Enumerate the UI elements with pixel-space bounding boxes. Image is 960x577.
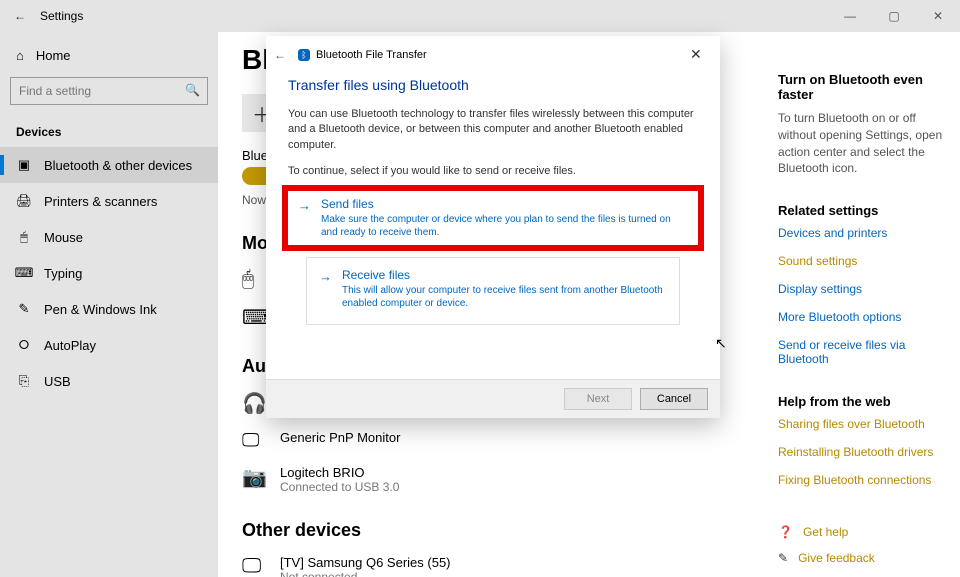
send-files-option[interactable]: → Send files Make sure the computer or d… — [298, 197, 688, 239]
receive-title: Receive files — [342, 268, 667, 282]
device-name: Generic PnP Monitor — [280, 430, 400, 445]
help-link-sharing[interactable]: Sharing files over Bluetooth — [778, 417, 948, 431]
sidebar-item-label: Mouse — [44, 230, 83, 245]
sidebar: ⌂ Home 🔍 Devices ▣ Bluetooth & other dev… — [0, 32, 218, 577]
next-button: Next — [564, 388, 632, 410]
webcam-icon: 📷 — [242, 465, 266, 490]
dialog-instruction: To continue, select if you would like to… — [288, 165, 698, 177]
search-input[interactable] — [10, 77, 208, 105]
sidebar-item-label: USB — [44, 374, 71, 389]
usb-icon: ⎘ — [16, 373, 32, 389]
keyboard-icon: ⌨ — [16, 265, 32, 281]
right-pane: Turn on Bluetooth even faster To turn Bl… — [778, 32, 960, 565]
printer-icon: 🖨 — [16, 193, 32, 209]
bluetooth-transfer-dialog: ← ᛒ Bluetooth File Transfer ✕ Transfer f… — [266, 36, 720, 418]
mouse-icon: 🖱 — [16, 229, 32, 245]
sidebar-item-typing[interactable]: ⌨ Typing — [0, 255, 218, 291]
sidebar-item-autoplay[interactable]: ⭘ AutoPlay — [0, 327, 218, 363]
dialog-description: You can use Bluetooth technology to tran… — [288, 107, 698, 153]
monitor-icon: 🖵 — [242, 430, 266, 451]
headphones-icon: 🎧 — [242, 391, 266, 416]
close-button[interactable]: ✕ — [916, 0, 960, 32]
arrow-icon: → — [298, 197, 311, 239]
tip-heading: Turn on Bluetooth even faster — [778, 72, 948, 102]
get-help-label: Get help — [803, 525, 848, 539]
sidebar-item-label: Pen & Windows Ink — [44, 302, 157, 317]
keyboard-device-icon: ⌨ — [242, 305, 266, 330]
sidebar-item-label: Printers & scanners — [44, 194, 157, 209]
sidebar-item-usb[interactable]: ⎘ USB — [0, 363, 218, 399]
back-button[interactable]: ← — [0, 9, 40, 23]
tip-text: To turn Bluetooth on or off without open… — [778, 110, 948, 177]
device-name: [TV] Samsung Q6 Series (55) — [280, 555, 451, 570]
home-label: Home — [36, 48, 71, 63]
link-send-receive[interactable]: Send or receive files via Bluetooth — [778, 338, 948, 366]
receive-files-option[interactable]: → Receive files This will allow your com… — [319, 268, 667, 310]
feedback-row[interactable]: ✎ Give feedback — [778, 551, 948, 565]
dialog-back-button[interactable]: ← — [274, 48, 292, 62]
search-icon: 🔍 — [185, 83, 200, 97]
dialog-close-button[interactable]: ✕ — [690, 46, 708, 63]
send-desc: Make sure the computer or device where y… — [321, 213, 688, 239]
sidebar-item-pen[interactable]: ✎ Pen & Windows Ink — [0, 291, 218, 327]
related-heading: Related settings — [778, 203, 948, 218]
category-label: Devices — [0, 117, 218, 147]
sidebar-item-bluetooth[interactable]: ▣ Bluetooth & other devices — [0, 147, 218, 183]
home-button[interactable]: ⌂ Home — [0, 42, 218, 69]
help-link-reinstall[interactable]: Reinstalling Bluetooth drivers — [778, 445, 948, 459]
sidebar-item-mouse[interactable]: 🖱 Mouse — [0, 219, 218, 255]
tv-icon: 🖵 — [242, 555, 266, 577]
send-title: Send files — [321, 197, 688, 211]
bluetooth-small-icon: ᛒ — [298, 49, 310, 61]
link-display-settings[interactable]: Display settings — [778, 282, 948, 296]
pen-icon: ✎ — [16, 301, 32, 317]
device-name: Logitech BRIO — [280, 465, 399, 480]
maximize-button[interactable]: ▢ — [872, 0, 916, 32]
feedback-label: Give feedback — [798, 551, 875, 565]
highlight-box: → Send files Make sure the computer or d… — [282, 185, 704, 251]
feedback-icon: ✎ — [778, 551, 788, 565]
get-help-row[interactable]: ❓ Get help — [778, 525, 948, 539]
window-title: Settings — [40, 9, 828, 23]
cancel-button[interactable]: Cancel — [640, 388, 708, 410]
sidebar-item-label: AutoPlay — [44, 338, 96, 353]
device-subtext: Connected to USB 3.0 — [280, 480, 399, 494]
link-more-bluetooth[interactable]: More Bluetooth options — [778, 310, 948, 324]
mouse-device-icon: 🖱 — [242, 268, 266, 291]
help-link-fixing[interactable]: Fixing Bluetooth connections — [778, 473, 948, 487]
minimize-button[interactable]: — — [828, 0, 872, 32]
autoplay-icon: ⭘ — [16, 337, 32, 353]
search-field[interactable]: 🔍 — [10, 77, 208, 105]
help-icon: ❓ — [778, 525, 793, 539]
sidebar-item-printers[interactable]: 🖨 Printers & scanners — [0, 183, 218, 219]
receive-desc: This will allow your computer to receive… — [342, 284, 667, 310]
device-subtext: Not connected — [280, 570, 451, 577]
help-heading: Help from the web — [778, 394, 948, 409]
dialog-title: Bluetooth File Transfer — [316, 49, 690, 61]
sidebar-item-label: Typing — [44, 266, 82, 281]
sidebar-item-label: Bluetooth & other devices — [44, 158, 192, 173]
bluetooth-icon: ▣ — [16, 157, 32, 173]
link-sound-settings[interactable]: Sound settings — [778, 254, 948, 268]
home-icon: ⌂ — [16, 48, 24, 63]
link-devices-printers[interactable]: Devices and printers — [778, 226, 948, 240]
arrow-icon: → — [319, 268, 332, 310]
dialog-heading: Transfer files using Bluetooth — [288, 77, 698, 93]
